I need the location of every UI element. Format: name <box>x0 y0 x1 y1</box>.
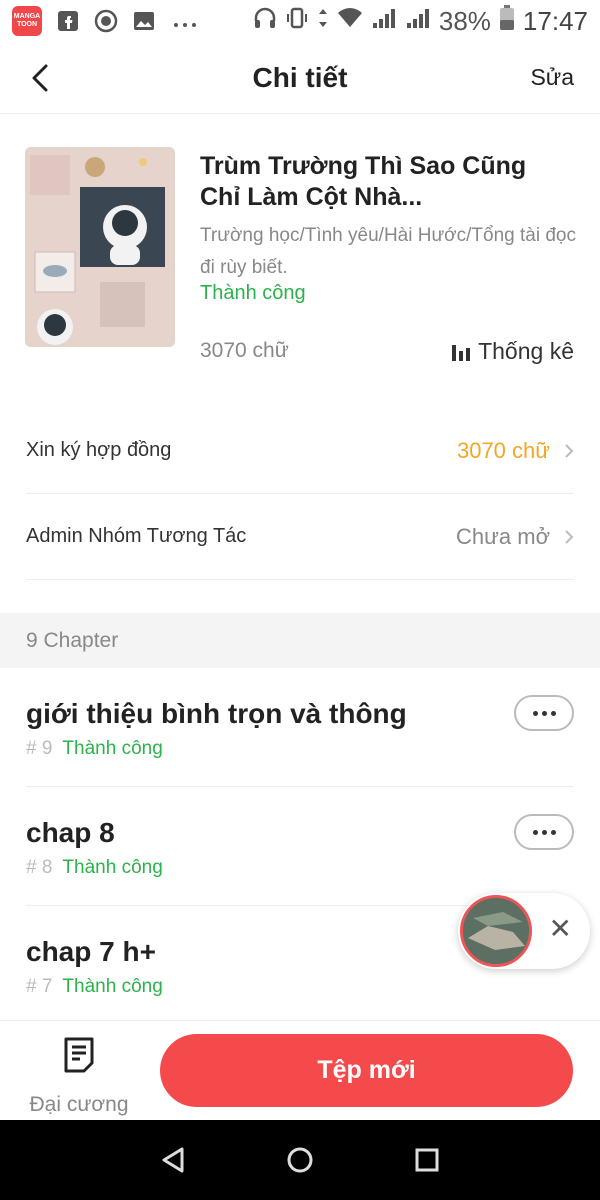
chapter-number: # 8 <box>26 857 53 878</box>
nav-recents-icon[interactable] <box>407 1140 447 1180</box>
chapter-status: Thành công <box>62 738 163 759</box>
more-dot <box>550 710 556 716</box>
nav-home-icon[interactable] <box>280 1140 320 1180</box>
stats-button[interactable]: Thống kê <box>452 338 574 365</box>
system-navigation-bar <box>0 1120 600 1200</box>
document-icon <box>64 1037 94 1073</box>
chapter-more-button[interactable] <box>514 695 574 731</box>
book-title: Trùm Trường Thì Sao Cũng Chỉ Làm Cột Nhà… <box>200 152 527 211</box>
bar-chart-icon <box>452 344 471 361</box>
book-tags: Trường học/Tình yêu/Hài Hước/Tổng tài đọ… <box>200 225 576 278</box>
contract-value: 3070 chữ <box>456 437 550 463</box>
logo-line-1: MANGA <box>13 13 41 20</box>
bottom-action-bar: Đại cương Tệp mới <box>0 1020 600 1120</box>
new-file-button[interactable]: Tệp mới <box>160 1034 573 1107</box>
more-dot <box>532 829 538 835</box>
battery-icon <box>499 4 515 38</box>
chapter-count-header: 9 Chapter <box>0 613 600 668</box>
chevron-right-icon <box>565 443 574 458</box>
more-dot <box>532 710 538 716</box>
admin-group-value: Chưa mở <box>456 523 550 549</box>
chapter-status: Thành công <box>62 976 163 997</box>
wifi-icon <box>337 6 363 37</box>
chapter-status: Thành công <box>62 857 163 878</box>
chapter-number: # 9 <box>26 738 53 759</box>
chapter-number: # 7 <box>26 976 53 997</box>
battery-percentage: 38% <box>438 5 491 36</box>
chapter-title: giới thiệu bình trọn và thông <box>26 698 407 729</box>
outline-button[interactable]: Đại cương <box>18 1037 140 1117</box>
more-dot <box>541 829 547 835</box>
page-title: Chi tiết <box>252 62 348 93</box>
header-bar: Chi tiết Sửa <box>0 42 600 114</box>
status-bar: MANGA TOON 38% 17:47 <box>0 0 600 42</box>
book-cover-image[interactable] <box>25 147 175 347</box>
contract-row[interactable]: Xin ký hợp đồng 3070 chữ <box>26 408 574 494</box>
facebook-icon <box>56 9 80 33</box>
book-status: Thành công <box>200 282 306 304</box>
book-summary: Trùm Trường Thì Sao Cũng Chỉ Làm Cột Nhà… <box>0 114 600 394</box>
more-dot <box>550 829 556 835</box>
floating-video-bubble[interactable]: ✕ <box>458 893 590 969</box>
image-icon <box>132 9 156 33</box>
admin-group-label: Admin Nhóm Tương Tác <box>26 525 247 547</box>
clock: 17:47 <box>522 5 588 36</box>
chapter-title: chap 8 <box>26 817 115 848</box>
vibrate-icon <box>285 6 309 37</box>
signal-icon <box>405 6 431 37</box>
chapter-item[interactable]: giới thiệu bình trọn và thông # 9 Thành … <box>26 668 574 787</box>
book-word-count: 3070 chữ <box>200 339 289 362</box>
headphones-icon <box>253 6 277 37</box>
chevron-right-icon <box>565 529 574 544</box>
logo-line-2: TOON <box>16 21 38 28</box>
chapter-title: chap 7 h+ <box>26 936 156 967</box>
mangatoon-logo-icon: MANGA TOON <box>12 6 42 36</box>
data-arrows-icon <box>317 6 329 37</box>
bubble-thumbnail[interactable] <box>460 895 532 967</box>
outline-label: Đại cương <box>29 1093 129 1116</box>
signal-icon <box>371 6 397 37</box>
record-icon <box>94 9 118 33</box>
chapter-more-button[interactable] <box>514 814 574 850</box>
stats-label: Thống kê <box>478 338 574 364</box>
edit-button[interactable]: Sửa <box>530 64 574 91</box>
more-dot <box>541 710 547 716</box>
contract-label: Xin ký hợp đồng <box>26 439 172 461</box>
chapter-item[interactable]: chap 8 # 8 Thành công <box>26 787 574 906</box>
close-icon[interactable]: ✕ <box>549 915 572 943</box>
more-icon <box>170 9 200 33</box>
nav-back-icon[interactable] <box>153 1140 193 1180</box>
admin-group-row[interactable]: Admin Nhóm Tương Tác Chưa mở <box>26 494 574 580</box>
